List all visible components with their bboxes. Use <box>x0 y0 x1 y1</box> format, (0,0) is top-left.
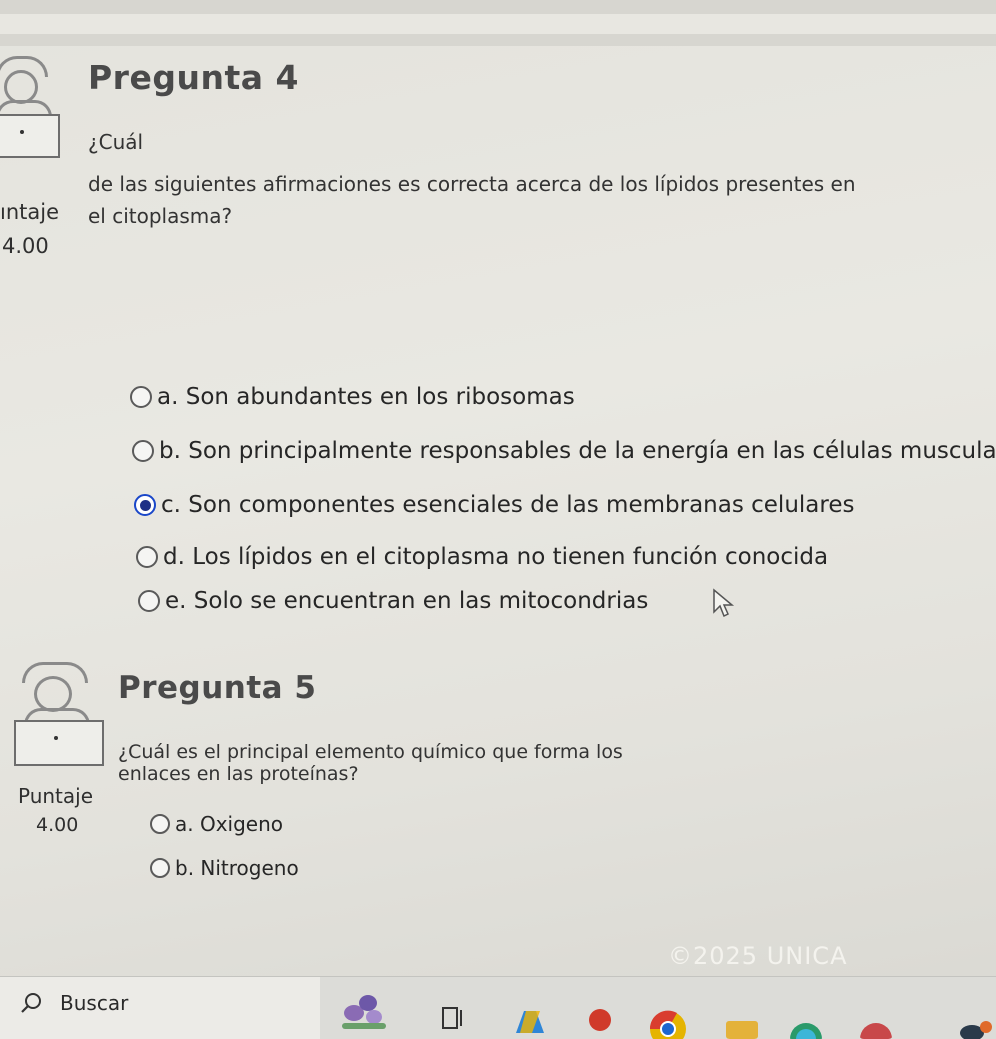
radio-button[interactable] <box>130 386 152 408</box>
option-label: a. Son abundantes en los ribosomas <box>157 384 575 410</box>
q5-option-a[interactable]: a. Oxigeno <box>150 812 283 836</box>
copilot-icon[interactable] <box>512 1007 548 1037</box>
edge-icon[interactable] <box>786 1015 826 1039</box>
weather-icon[interactable] <box>956 1019 996 1039</box>
question-5-text-line2: enlaces en las proteínas? <box>118 763 359 785</box>
taskbar-search-box[interactable]: Buscar <box>0 977 320 1039</box>
q4-option-a[interactable]: a. Son abundantes en los ribosomas <box>130 384 575 410</box>
question-flag-icon[interactable] <box>14 662 104 766</box>
question-5-score-value: 4.00 <box>36 814 79 836</box>
radio-button[interactable] <box>138 590 160 612</box>
app-icon[interactable] <box>724 1017 760 1039</box>
question-4-text-line1: ¿Cuál <box>88 130 144 154</box>
question-4-score-label: ıntaje <box>0 200 60 224</box>
search-icon <box>21 993 41 1013</box>
question-5-title: Pregunta 5 <box>118 670 317 706</box>
option-label: b. Nitrogeno <box>175 856 299 880</box>
question-5-score-label: Puntaje <box>18 784 94 808</box>
radio-button[interactable] <box>150 858 170 878</box>
browser-top-stripe <box>0 14 996 34</box>
radio-button-selected[interactable] <box>134 494 156 516</box>
question-4-score-value: 4.00 <box>2 234 49 258</box>
option-label: c. Son componentes esenciales de las mem… <box>161 492 855 518</box>
question-flag-icon[interactable] <box>0 56 70 158</box>
widgets-icon[interactable] <box>336 989 392 1033</box>
radio-button[interactable] <box>150 814 170 834</box>
radio-button[interactable] <box>136 546 158 568</box>
question-4-text-line3: el citoplasma? <box>88 204 233 228</box>
q4-option-d[interactable]: d. Los lípidos en el citoplasma no tiene… <box>136 544 828 570</box>
mouse-cursor-icon <box>713 588 735 618</box>
edge-icon[interactable] <box>858 1017 894 1039</box>
task-view-icon[interactable] <box>440 1005 466 1031</box>
chrome-icon[interactable] <box>648 1009 688 1039</box>
option-label: b. Son principalmente responsables de la… <box>159 438 996 464</box>
q4-option-c[interactable]: c. Son componentes esenciales de las mem… <box>134 492 854 518</box>
radio-button[interactable] <box>132 440 154 462</box>
q4-option-b[interactable]: b. Son principalmente responsables de la… <box>132 438 996 464</box>
option-label: a. Oxigeno <box>175 812 284 836</box>
app-icon[interactable] <box>586 1005 614 1035</box>
q5-option-b[interactable]: b. Nitrogeno <box>150 856 299 880</box>
option-label: d. Los lípidos en el citoplasma no tiene… <box>163 544 829 570</box>
question-4-title: Pregunta 4 <box>88 58 299 97</box>
search-placeholder: Buscar <box>60 991 129 1015</box>
taskbar: Buscar <box>0 976 996 1039</box>
q4-option-e[interactable]: e. Solo se encuentran en las mitocondria… <box>138 588 648 614</box>
question-4-text-line2: de las siguientes afirmaciones es correc… <box>88 172 856 196</box>
copyright-watermark: ©2025 UNICA <box>668 942 848 970</box>
option-label: e. Solo se encuentran en las mitocondria… <box>165 588 649 614</box>
